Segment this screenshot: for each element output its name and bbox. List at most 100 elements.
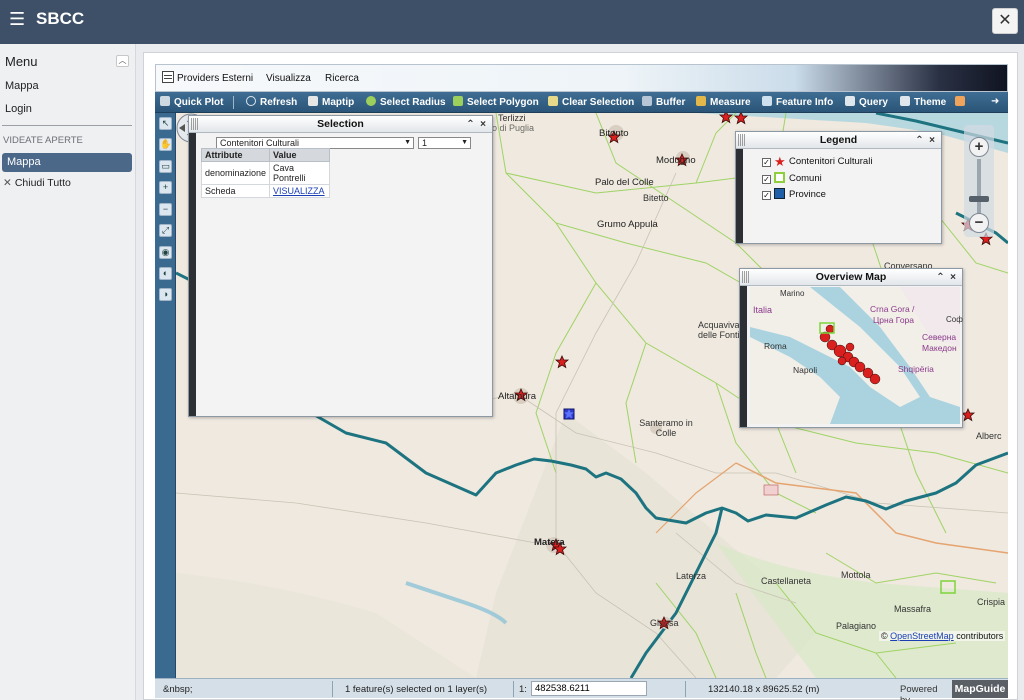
select-polygon-icon: [453, 96, 463, 106]
legend-layer-province[interactable]: ✓ Province: [762, 188, 826, 200]
zoom-in-button[interactable]: +: [969, 137, 989, 157]
legend-panel: Legend ⌃ × ✓ ★ Contenitori Culturali ✓ Comu…: [735, 131, 942, 244]
select-polygon-button[interactable]: Select Polygon: [453, 96, 539, 108]
map-label: Altamura: [498, 391, 537, 402]
overview-label: Црна Гора: [873, 315, 915, 325]
mapguide-logo: MapGuide: [952, 680, 1008, 698]
close-icon[interactable]: ×: [480, 119, 486, 130]
measure-icon: [696, 96, 706, 106]
drag-handle-icon[interactable]: [742, 271, 750, 283]
quick-plot-label: Quick Plot: [174, 97, 224, 108]
zoom-track[interactable]: [977, 159, 981, 217]
zoom-thumb[interactable]: [969, 196, 989, 202]
pan-hand-icon[interactable]: ✋: [159, 138, 172, 151]
close-all-link[interactable]: ✕ Chiudi Tutto: [3, 177, 71, 189]
menu-ricerca[interactable]: Ricerca: [325, 73, 359, 84]
overview-map[interactable]: [750, 287, 960, 424]
refresh-button[interactable]: Refresh: [246, 96, 297, 108]
zoom-rectangle-icon[interactable]: ▭: [159, 160, 172, 173]
collapse-icon[interactable]: ⌃: [936, 272, 944, 283]
measure-button[interactable]: Measure: [696, 96, 751, 108]
overview-panel: Overview Map ⌃ × Marino Italia Roma Napo…: [739, 268, 963, 428]
pointer-icon[interactable]: ↖: [159, 117, 172, 130]
collapse-icon[interactable]: ⌃: [466, 119, 474, 130]
layer-checkbox[interactable]: ✓: [762, 158, 771, 167]
drag-handle-icon[interactable]: [191, 118, 199, 130]
menu-visualizza[interactable]: Visualizza: [266, 73, 311, 84]
measure-label: Measure: [710, 97, 751, 108]
close-icon: ✕: [998, 12, 1012, 29]
sidebar: Menu ︿ Mappa Login VIDEATE APERTE Mappa …: [0, 44, 136, 700]
select-radius-button[interactable]: Select Radius: [366, 96, 446, 108]
quick-plot-button[interactable]: Quick Plot: [160, 96, 223, 108]
visualizza-link[interactable]: VISUALIZZA: [273, 186, 325, 196]
map-label: Castellaneta: [761, 576, 812, 586]
selection-panel-header[interactable]: Selection ⌃ ×: [189, 116, 492, 133]
overview-label: Roma: [764, 341, 787, 351]
layer-select-value: Contenitori Culturali: [220, 138, 300, 148]
previous-view-icon[interactable]: ◐: [159, 267, 172, 280]
buffer-button[interactable]: Buffer: [642, 96, 685, 108]
clear-selection-button[interactable]: Clear Selection: [548, 96, 634, 108]
dropdown-arrow-icon: ▼: [404, 139, 411, 146]
table-row: Scheda VISUALIZZA: [200, 184, 331, 198]
open-view-mappa[interactable]: Mappa: [2, 153, 132, 172]
menu-providers-esterni[interactable]: Providers Esterni: [177, 73, 253, 84]
zoom-in-icon[interactable]: +: [159, 181, 172, 194]
map-label: Modugno: [656, 155, 696, 166]
map-label: Alberc: [976, 431, 1002, 441]
close-button[interactable]: ✕: [992, 8, 1018, 34]
arrow-right-icon[interactable]: ➜: [991, 96, 999, 107]
overview-panel-header[interactable]: Overview Map ⌃ ×: [740, 269, 962, 286]
query-button[interactable]: Query: [845, 96, 888, 108]
select-radius-label: Select Radius: [380, 97, 446, 108]
feature-info-button[interactable]: Feature Info: [762, 96, 833, 108]
query-label: Query: [859, 97, 888, 108]
layer-checkbox[interactable]: ✓: [762, 175, 771, 184]
legend-layer-contenitori[interactable]: ✓ ★ Contenitori Culturali: [762, 154, 872, 169]
zoom-out-button[interactable]: −: [969, 213, 989, 233]
close-icon[interactable]: ×: [950, 272, 956, 283]
theme-button[interactable]: Theme: [900, 96, 946, 108]
square-swatch-icon: [774, 188, 785, 199]
map-toolbar: Quick Plot Refresh Maptip Select Radius …: [155, 92, 1008, 113]
map-label: Terlizzi: [498, 113, 526, 123]
buffer-label: Buffer: [656, 97, 686, 108]
overview-label: Shqipëria: [898, 364, 934, 374]
layer-checkbox[interactable]: ✓: [762, 191, 771, 200]
maptip-label: Maptip: [322, 97, 355, 108]
select-polygon-label: Select Polygon: [467, 97, 539, 108]
map-attribution: © OpenStreetMap contributors: [879, 631, 1006, 641]
overview-label: Italia: [753, 305, 773, 315]
sidebar-item-login[interactable]: Login: [5, 103, 32, 115]
map-label: Palagiano: [836, 621, 877, 631]
legend-layer-comuni[interactable]: ✓ Comuni: [762, 172, 822, 184]
scale-input[interactable]: [531, 681, 647, 696]
maptip-button[interactable]: Maptip: [308, 96, 354, 108]
sidebar-item-mappa[interactable]: Mappa: [5, 80, 39, 92]
toolbar-overflow-icon[interactable]: [955, 96, 969, 108]
dropdown-arrow-icon: ▼: [461, 139, 468, 146]
overview-label: Македон: [922, 343, 957, 353]
chevron-up-icon[interactable]: ︿: [116, 55, 129, 67]
column-header-attribute: Attribute: [200, 148, 271, 162]
hamburger-icon[interactable]: ☰: [9, 9, 25, 29]
osm-link[interactable]: OpenStreetMap: [890, 631, 954, 641]
star-icon: ★: [774, 154, 786, 169]
top-bar: ☰ SBCC ✕: [0, 0, 1024, 44]
zoom-selection-icon[interactable]: ◉: [159, 246, 172, 259]
zoom-extents-icon[interactable]: ⤢: [159, 224, 172, 237]
clear-selection-icon: [548, 96, 558, 106]
next-view-icon[interactable]: ◑: [159, 288, 172, 301]
overview-label: Северна: [922, 332, 957, 342]
close-icon[interactable]: ×: [929, 135, 935, 146]
feature-index-value: 1: [422, 138, 428, 148]
drag-handle-icon[interactable]: [738, 134, 746, 146]
legend-panel-header[interactable]: Legend ⌃ ×: [736, 132, 941, 149]
collapse-icon[interactable]: ⌃: [915, 135, 923, 146]
maptip-icon: [308, 96, 318, 106]
feature-index-select[interactable]: 1 ▼: [418, 137, 471, 149]
zoom-out-icon[interactable]: −: [159, 203, 172, 216]
column-header-value: Value: [269, 148, 331, 162]
map-label: Laterza: [676, 571, 707, 581]
